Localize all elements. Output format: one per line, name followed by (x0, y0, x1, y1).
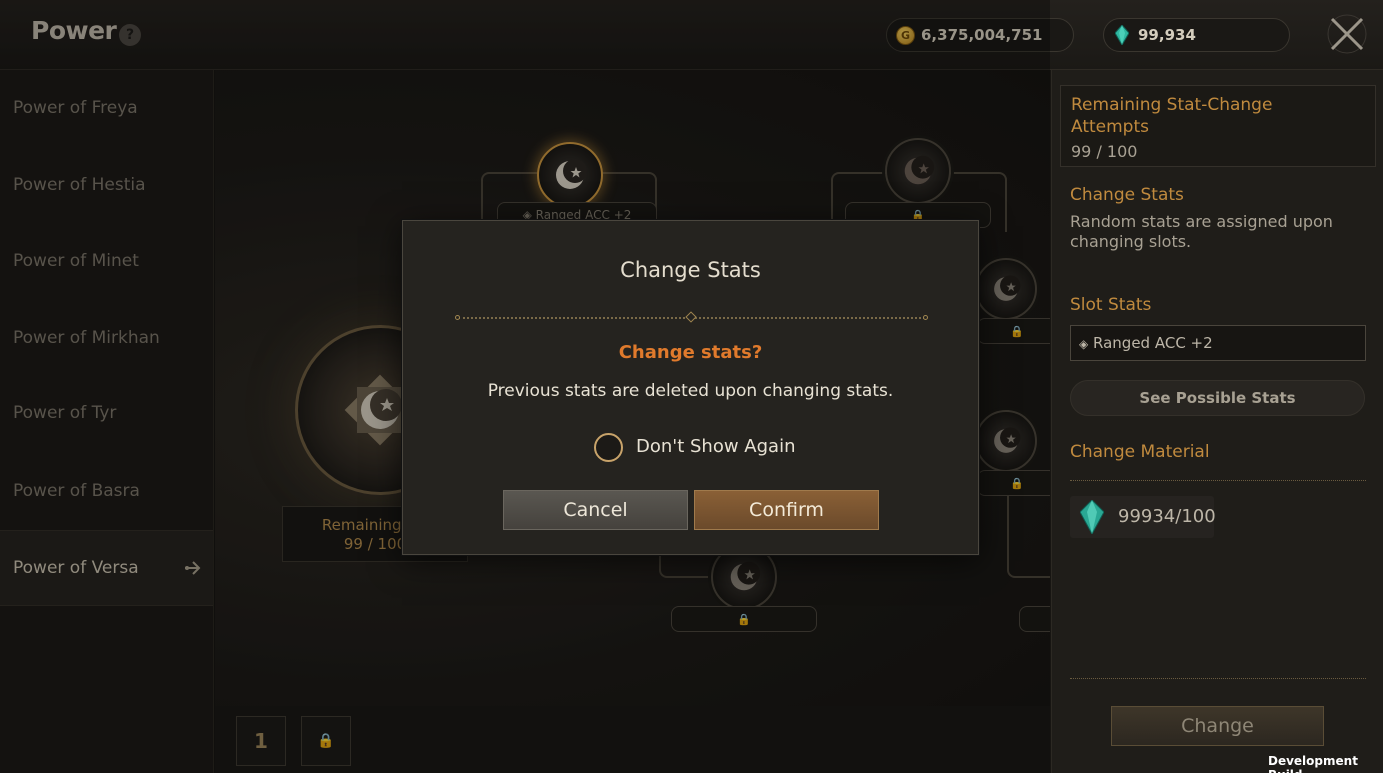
dialog-question: Change stats? (618, 342, 763, 363)
gem-currency: 99,934 (1103, 18, 1290, 52)
see-possible-stats-button[interactable]: See Possible Stats (1070, 380, 1365, 416)
divider (1070, 480, 1366, 482)
slot-stat-field: ◈ Ranged ACC +2 (1070, 325, 1366, 361)
attempts-box: Remaining Stat-Change Attempts 99 / 100 (1060, 85, 1376, 167)
dialog-divider (455, 311, 928, 323)
change-material-title: Change Material (1070, 442, 1210, 462)
close-icon[interactable] (1326, 13, 1368, 55)
divider (1070, 678, 1366, 680)
change-stats-dialog: Change Stats Change stats? Previous stat… (402, 220, 979, 555)
gem-icon (1115, 25, 1129, 45)
cancel-button[interactable]: Cancel (503, 490, 688, 530)
right-panel: Remaining Stat-Change Attempts 99 / 100 … (1051, 70, 1383, 773)
material-amount: 99934/100 (1118, 506, 1216, 527)
attempts-title: Remaining Stat-Change Attempts (1071, 95, 1273, 137)
slot-stat-value: Ranged ACC +2 (1093, 334, 1213, 352)
change-stats-title: Change Stats (1070, 185, 1184, 205)
gem-amount: 99,934 (1138, 26, 1196, 44)
attempts-value: 99 / 100 (1071, 142, 1138, 161)
dont-show-again-label[interactable]: Don't Show Again (636, 436, 795, 457)
diamond-icon: ◈ (1079, 337, 1089, 351)
change-stats-desc: Random stats are assigned upon changing … (1070, 212, 1333, 251)
change-button[interactable]: Change (1111, 706, 1324, 746)
confirm-button[interactable]: Confirm (694, 490, 879, 530)
material-slot: 99934/100 (1070, 496, 1216, 538)
dev-build-label: Development Build (1268, 754, 1358, 773)
dialog-title: Change Stats (620, 258, 761, 282)
gem-icon (1080, 500, 1104, 534)
slot-stats-title: Slot Stats (1070, 295, 1152, 315)
dialog-message: Previous stats are deleted upon changing… (487, 381, 894, 401)
dont-show-again-checkbox[interactable] (594, 433, 623, 462)
